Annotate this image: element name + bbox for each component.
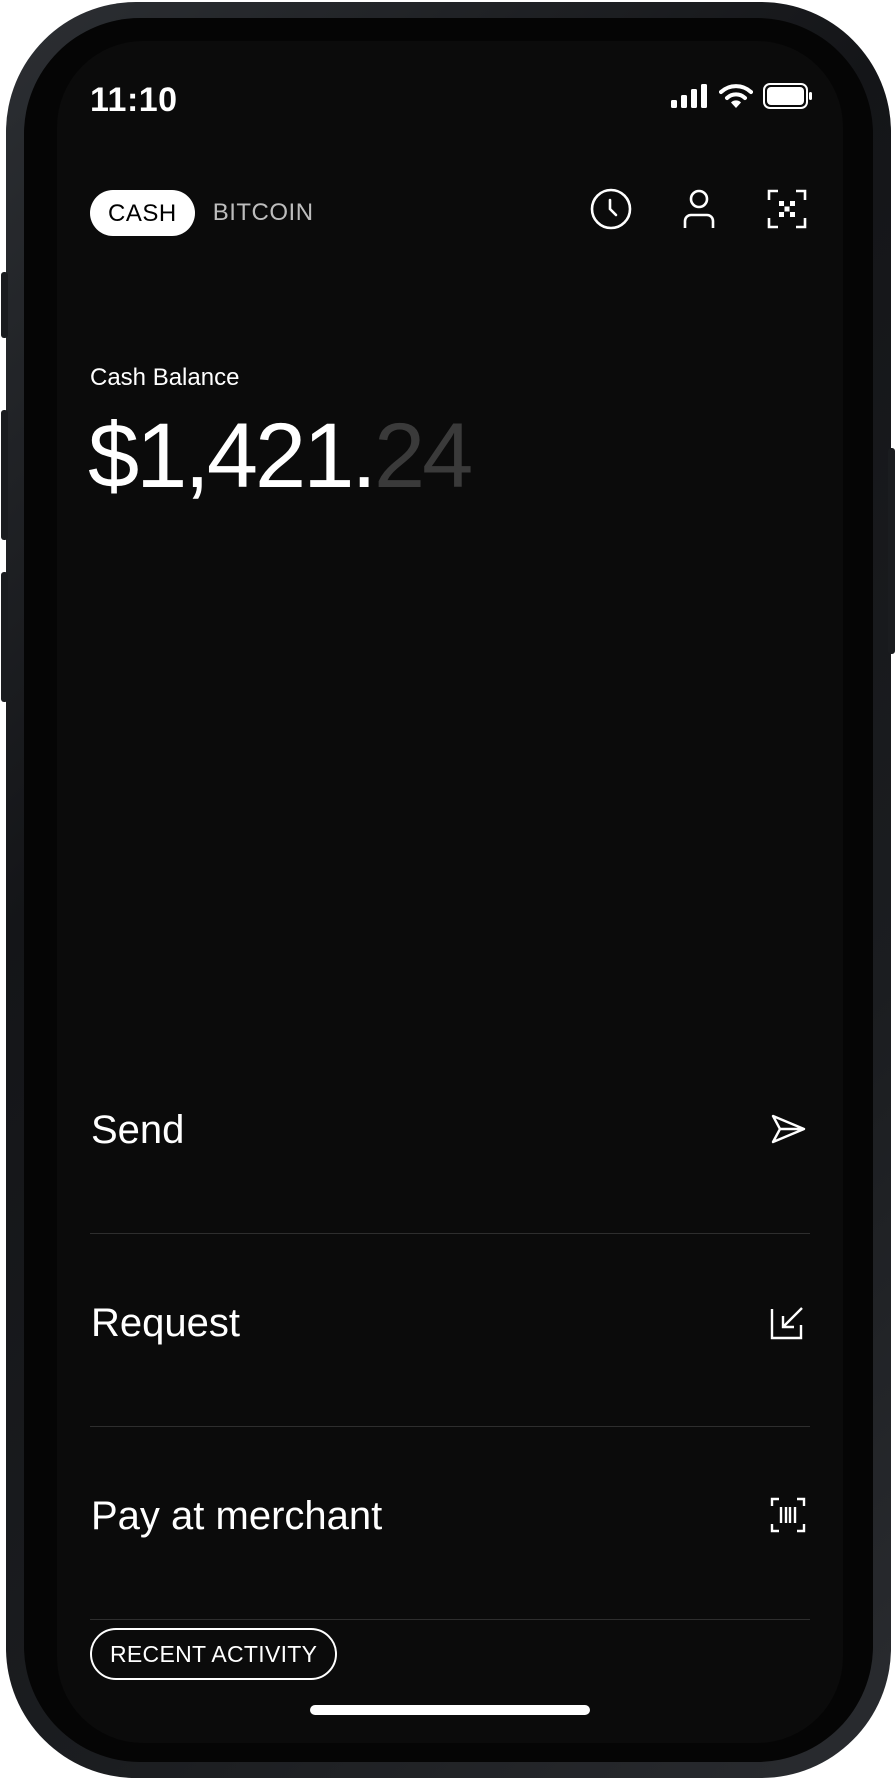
request-arrow-icon <box>770 1307 803 1340</box>
wifi-icon <box>719 84 753 108</box>
top-bar: CASH BITCOIN <box>90 186 810 240</box>
scan-qr-icon <box>767 189 807 229</box>
scan-qr-button[interactable] <box>764 186 810 232</box>
cellular-signal-icon <box>671 84 707 108</box>
profile-icon <box>683 189 715 228</box>
recent-activity-button[interactable]: RECENT ACTIVITY <box>90 1628 338 1680</box>
send-icon <box>771 1114 806 1144</box>
action-list: Send Request Pay at merchant <box>90 1041 810 1620</box>
home-indicator[interactable] <box>310 1705 590 1715</box>
clock-icon <box>590 188 632 230</box>
battery-icon <box>763 83 812 109</box>
balance-whole: $1,421. <box>88 405 377 507</box>
balance-cents: 24 <box>373 405 473 507</box>
tab-bitcoin[interactable]: BITCOIN <box>213 199 314 227</box>
app-screen: 11:10 CASH BITCOIN Cash Balance $1,421.2… <box>57 41 843 1743</box>
pay-at-merchant-label: Pay at merchant <box>91 1494 383 1538</box>
profile-button[interactable] <box>676 186 722 232</box>
request-label: Request <box>91 1301 240 1345</box>
balance-label: Cash Balance <box>90 364 240 391</box>
status-time: 11:10 <box>90 81 178 119</box>
send-button[interactable]: Send <box>90 1041 810 1234</box>
header-icons <box>588 186 810 232</box>
request-button[interactable]: Request <box>90 1234 810 1427</box>
send-label: Send <box>91 1108 185 1152</box>
balance-amount: $1,421.24 <box>88 404 473 509</box>
tab-cash[interactable]: CASH <box>90 190 195 236</box>
currency-toggle: CASH BITCOIN <box>90 190 314 236</box>
barcode-scan-icon <box>770 1497 806 1533</box>
status-icons <box>671 83 813 109</box>
pay-at-merchant-button[interactable]: Pay at merchant <box>90 1427 810 1620</box>
activity-history-button[interactable] <box>588 186 634 232</box>
